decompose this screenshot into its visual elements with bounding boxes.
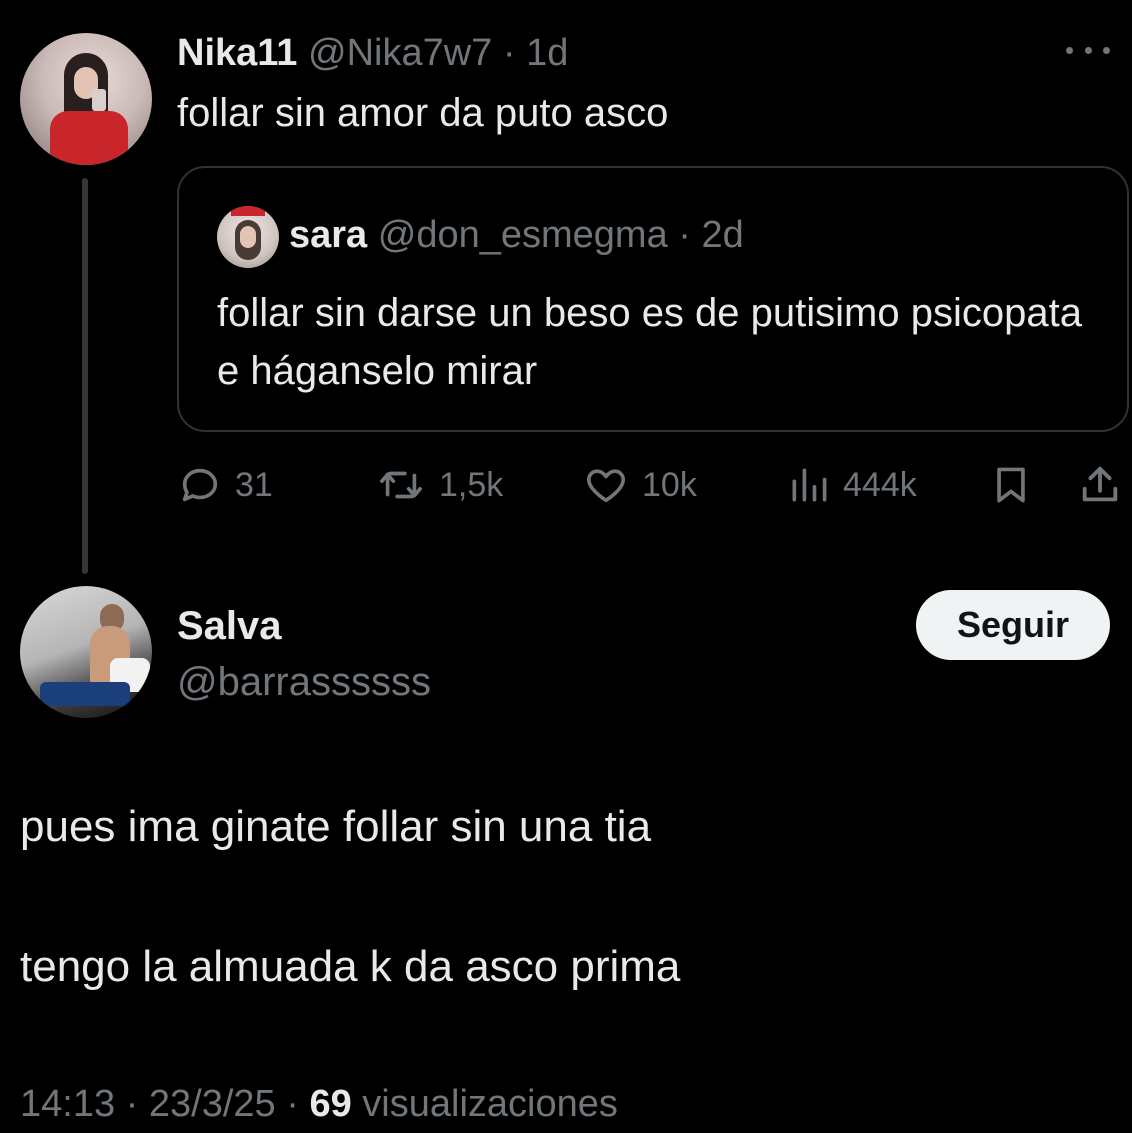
- follow-button[interactable]: Seguir: [916, 590, 1110, 660]
- quoted-display-name: sara: [289, 214, 368, 256]
- reply-button[interactable]: 31: [177, 460, 273, 510]
- avatar-phone: [92, 89, 106, 111]
- quoted-tweet-card[interactable]: sara @don_esmegma · 2d follar sin darse …: [177, 166, 1129, 432]
- quoted-tweet-text: follar sin darse un beso es de putisimo …: [217, 291, 1082, 393]
- quoted-user-handle: @don_esmegma: [377, 214, 668, 256]
- reply-text-line-2: tengo la almuada k da asco prima: [20, 942, 681, 991]
- reply-count: 31: [235, 465, 273, 504]
- post-metadata: 14:13 · 23/3/25 · 69 visualizaciones: [20, 1080, 618, 1128]
- meta-separator: ·: [115, 1083, 149, 1125]
- original-tweet-text: follar sin amor da puto asco: [177, 91, 669, 135]
- user-handle[interactable]: @Nika7w7: [308, 32, 492, 74]
- share-icon: [1082, 466, 1118, 502]
- ellipsis-dot: [1066, 46, 1073, 54]
- tweet-action-bar: 31 1,5k 10k 444k: [177, 460, 1129, 510]
- avatar-face: [240, 226, 256, 248]
- repost-count: 1,5k: [439, 465, 504, 504]
- quoted-post-age: 2d: [701, 214, 744, 256]
- reply-user-handle[interactable]: @barrassssss: [177, 658, 431, 706]
- reply-icon: [182, 468, 218, 502]
- share-button[interactable]: [1077, 460, 1123, 510]
- ellipsis-icon[interactable]: [1066, 38, 1110, 62]
- repost-icon: [380, 471, 422, 499]
- like-count: 10k: [642, 465, 697, 504]
- post-time[interactable]: 14:13: [20, 1083, 115, 1125]
- quoted-header-separator: ·: [678, 214, 691, 256]
- heart-icon: [586, 469, 626, 503]
- display-name[interactable]: Nika11: [177, 32, 297, 74]
- view-count: 444k: [843, 465, 917, 504]
- header-separator: ·: [502, 32, 516, 74]
- views-label: visualizaciones: [351, 1083, 618, 1125]
- avatar-top-band: [231, 206, 265, 216]
- original-tweet-header: Nika11 @Nika7w7 · 1d: [177, 30, 568, 76]
- views-count: 69: [309, 1083, 352, 1125]
- avatar-nika[interactable]: [20, 33, 152, 165]
- thread-connector-line: [82, 178, 88, 574]
- reply-text-line-1: pues ima ginate follar sin una tia: [20, 802, 652, 851]
- avatar-sara[interactable]: [217, 206, 279, 268]
- meta-separator: ·: [275, 1083, 310, 1125]
- bookmark-icon: [997, 467, 1025, 503]
- bookmark-button[interactable]: [989, 460, 1033, 510]
- post-age[interactable]: 1d: [526, 32, 568, 74]
- post-date[interactable]: 23/3/25: [149, 1083, 276, 1125]
- ellipsis-dot: [1103, 46, 1110, 54]
- avatar-bike: [40, 682, 130, 706]
- like-button[interactable]: 10k: [582, 460, 697, 510]
- avatar-salva[interactable]: [20, 586, 152, 718]
- reply-display-name[interactable]: Salva: [177, 602, 282, 650]
- analytics-icon: [792, 468, 827, 502]
- quoted-tweet-header: sara @don_esmegma · 2d: [289, 212, 744, 258]
- views-button[interactable]: 444k: [787, 460, 917, 510]
- ellipsis-dot: [1084, 46, 1092, 54]
- avatar-shirt: [50, 111, 128, 165]
- post-detail-view: Nika11 @Nika7w7 · 1d follar sin amor da …: [0, 0, 1132, 1133]
- repost-button[interactable]: 1,5k: [375, 460, 503, 510]
